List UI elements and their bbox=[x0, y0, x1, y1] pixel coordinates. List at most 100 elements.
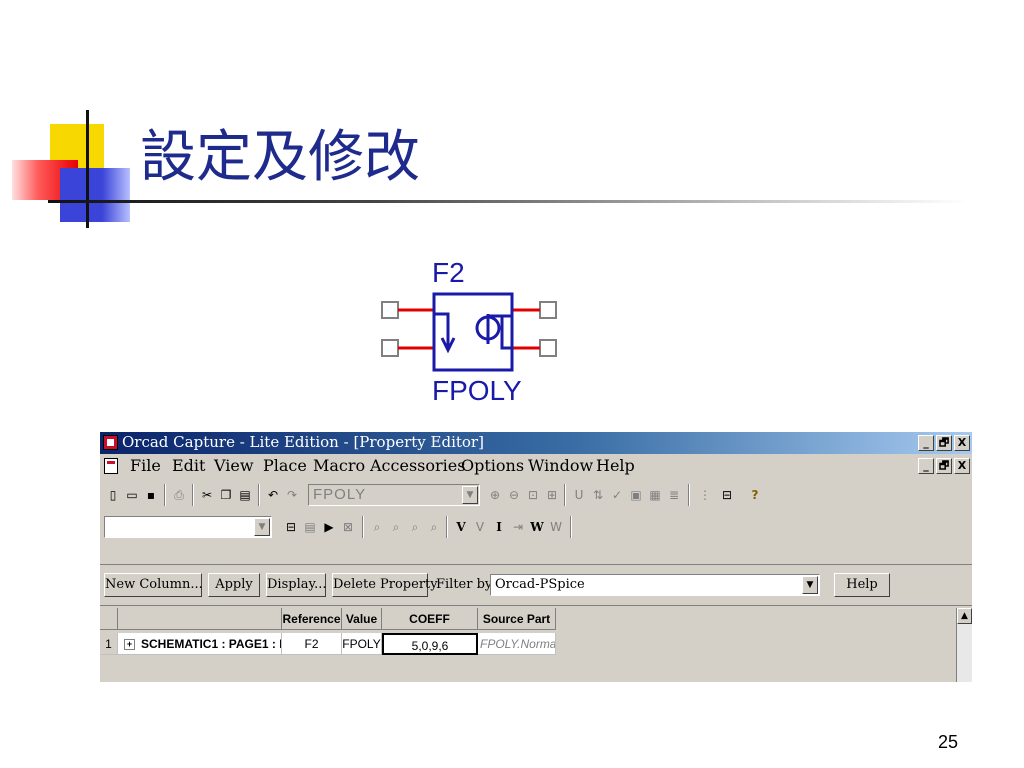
chevron-down-icon[interactable]: ▼ bbox=[462, 486, 478, 504]
menu-edit[interactable]: Edit bbox=[172, 456, 205, 475]
current-marker-button[interactable]: I bbox=[490, 518, 508, 536]
part-value-label: FPOLY bbox=[432, 375, 522, 406]
column-header-reference[interactable]: Reference bbox=[282, 608, 342, 630]
back-annotate-icon[interactable]: ⇅ bbox=[589, 486, 607, 504]
filter-by-value: Orcad-PSpice bbox=[495, 577, 585, 592]
orcad-app-icon[interactable] bbox=[103, 435, 118, 450]
zoom-all-icon[interactable]: ⊞ bbox=[543, 486, 561, 504]
column-header-coeff[interactable]: COEFF bbox=[382, 608, 478, 630]
row-number[interactable]: 1 bbox=[100, 633, 118, 655]
voltage-marker-button[interactable]: V bbox=[452, 518, 470, 536]
part-name-combo-value: FPOLY bbox=[313, 486, 367, 503]
place-wire-icon[interactable]: ▤ bbox=[301, 518, 319, 536]
net-name-combo[interactable]: ▼ bbox=[104, 516, 272, 538]
doc-minimize-button[interactable]: _ bbox=[918, 458, 934, 474]
menu-file[interactable]: File bbox=[130, 456, 161, 475]
annotate-icon[interactable]: U bbox=[570, 486, 588, 504]
help-button[interactable]: Help bbox=[834, 573, 890, 597]
place-part-icon[interactable]: ⊟ bbox=[282, 518, 300, 536]
cell-reference[interactable]: F2 bbox=[282, 633, 342, 655]
menu-help[interactable]: Help bbox=[596, 456, 635, 475]
row-name-text: SCHEMATIC1 : PAGE1 : F2 bbox=[141, 637, 282, 651]
pin-box-bottom-right bbox=[539, 339, 557, 357]
redo-icon[interactable]: ↷ bbox=[283, 486, 301, 504]
probe-icon[interactable]: ⌕ bbox=[368, 518, 386, 536]
display-button[interactable]: Display... bbox=[266, 573, 327, 597]
copy-icon[interactable]: ❐ bbox=[217, 486, 235, 504]
pin-box-top-left bbox=[381, 301, 399, 319]
probe-multi-icon[interactable]: ⌕ bbox=[387, 518, 405, 536]
pin-box-bottom-left bbox=[381, 339, 399, 357]
new-column-button[interactable]: New Column... bbox=[104, 573, 203, 597]
power-marker-button[interactable]: W bbox=[528, 518, 546, 536]
chevron-down-icon[interactable]: ▼ bbox=[254, 518, 270, 536]
cut-icon[interactable]: ✂ bbox=[198, 486, 216, 504]
zoom-out-icon[interactable]: ⊖ bbox=[505, 486, 523, 504]
chevron-down-icon[interactable]: ▼ bbox=[802, 576, 818, 594]
zoom-in-icon[interactable]: ⊕ bbox=[486, 486, 504, 504]
netlist-icon[interactable]: ▣ bbox=[627, 486, 645, 504]
menu-bar: File Edit View Place Macro Accessories O… bbox=[100, 454, 972, 478]
window-titlebar[interactable]: Orcad Capture - Lite Edition - [Property… bbox=[100, 432, 972, 454]
column-header-source-part[interactable]: Source Part bbox=[478, 608, 556, 630]
drc-icon[interactable]: ✓ bbox=[608, 486, 626, 504]
new-icon[interactable]: ▯ bbox=[104, 486, 122, 504]
voltage-diff-marker-icon[interactable]: V bbox=[471, 518, 489, 536]
vertical-scrollbar[interactable]: ▲ bbox=[956, 608, 972, 682]
undo-icon[interactable]: ↶ bbox=[264, 486, 282, 504]
grid-name-header bbox=[118, 608, 282, 630]
open-icon[interactable]: ▭ bbox=[123, 486, 141, 504]
help-icon[interactable]: ? bbox=[746, 486, 764, 504]
play-icon[interactable]: ▶ bbox=[320, 518, 338, 536]
slide-title: 設定及修改 bbox=[140, 125, 420, 190]
orcad-capture-window: Orcad Capture - Lite Edition - [Property… bbox=[100, 432, 972, 682]
fpoly-part-symbol: F2 FPOLY bbox=[381, 257, 557, 406]
probe-diff-icon[interactable]: ⌕ bbox=[425, 518, 443, 536]
decoration-vertical-line bbox=[86, 110, 89, 228]
project-manager-icon[interactable]: ⊟ bbox=[718, 486, 736, 504]
scroll-up-icon[interactable]: ▲ bbox=[957, 608, 972, 624]
cell-value[interactable]: FPOLY bbox=[342, 633, 382, 655]
menu-view[interactable]: View bbox=[214, 456, 254, 475]
bill-of-materials-icon[interactable]: ≣ bbox=[665, 486, 683, 504]
expand-plus-icon[interactable]: + bbox=[124, 639, 135, 651]
window-title: Orcad Capture - Lite Edition - [Property… bbox=[122, 433, 484, 451]
paste-icon[interactable]: ▤ bbox=[236, 486, 254, 504]
zoom-area-icon[interactable]: ⊡ bbox=[524, 486, 542, 504]
menu-accessories[interactable]: Accessories bbox=[370, 456, 465, 475]
close-button[interactable]: X bbox=[954, 435, 970, 451]
minimize-button[interactable]: _ bbox=[918, 435, 934, 451]
snap-to-grid-icon[interactable]: ⋮ bbox=[696, 486, 714, 504]
property-grid: Reference Value COEFF Source Part 1 + SCH… bbox=[100, 608, 972, 682]
part-name-combo[interactable]: FPOLY ▼ bbox=[308, 484, 480, 506]
grid-corner bbox=[100, 608, 118, 630]
simulate-icon[interactable]: ⊠ bbox=[339, 518, 357, 536]
apply-button[interactable]: Apply bbox=[208, 573, 260, 597]
pin-box-top-right bbox=[539, 301, 557, 319]
menu-window[interactable]: Window bbox=[528, 456, 593, 475]
property-editor-toolbar: New Column... Apply Display... Delete Pr… bbox=[100, 564, 972, 606]
print-icon[interactable]: ⎙ bbox=[170, 486, 188, 504]
doc-close-button[interactable]: X bbox=[954, 458, 970, 474]
document-icon[interactable] bbox=[104, 458, 118, 474]
menu-macro[interactable]: Macro bbox=[313, 456, 365, 475]
save-icon[interactable]: ▪ bbox=[142, 486, 160, 504]
row-name-cell[interactable]: + SCHEMATIC1 : PAGE1 : F2 bbox=[118, 633, 282, 655]
cell-coeff-editing[interactable]: 5,0,9,6 bbox=[382, 633, 478, 655]
decoration-blue-square bbox=[60, 168, 130, 222]
probe-power-icon[interactable]: ⌕ bbox=[406, 518, 424, 536]
main-toolbar: ▯ ▭ ▪ ⎙ ✂ ❐ ▤ ↶ ↷ FPOLY ▼ ⊕ ⊖ ⊡ ⊞ U ⇅ ✓ … bbox=[100, 480, 972, 510]
column-header-value[interactable]: Value bbox=[342, 608, 382, 630]
current-into-pin-icon[interactable]: ⇥ bbox=[509, 518, 527, 536]
menu-place[interactable]: Place bbox=[263, 456, 307, 475]
doc-restore-button[interactable]: 🗗 bbox=[936, 458, 952, 474]
secondary-toolbar: ▼ ⊟ ▤ ▶ ⊠ ⌕ ⌕ ⌕ ⌕ V V I ⇥ W W bbox=[100, 512, 972, 542]
delete-property-button[interactable]: Delete Property bbox=[332, 573, 438, 597]
cross-reference-icon[interactable]: ▦ bbox=[646, 486, 664, 504]
part-body-box bbox=[432, 292, 514, 372]
power-dissipation-icon[interactable]: W bbox=[547, 518, 565, 536]
menu-options[interactable]: Options bbox=[461, 456, 524, 475]
filter-by-select[interactable]: Orcad-PSpice ▼ bbox=[490, 574, 820, 596]
cell-source-part[interactable]: FPOLY.Normal bbox=[478, 633, 556, 655]
restore-button[interactable]: 🗗 bbox=[936, 435, 952, 451]
